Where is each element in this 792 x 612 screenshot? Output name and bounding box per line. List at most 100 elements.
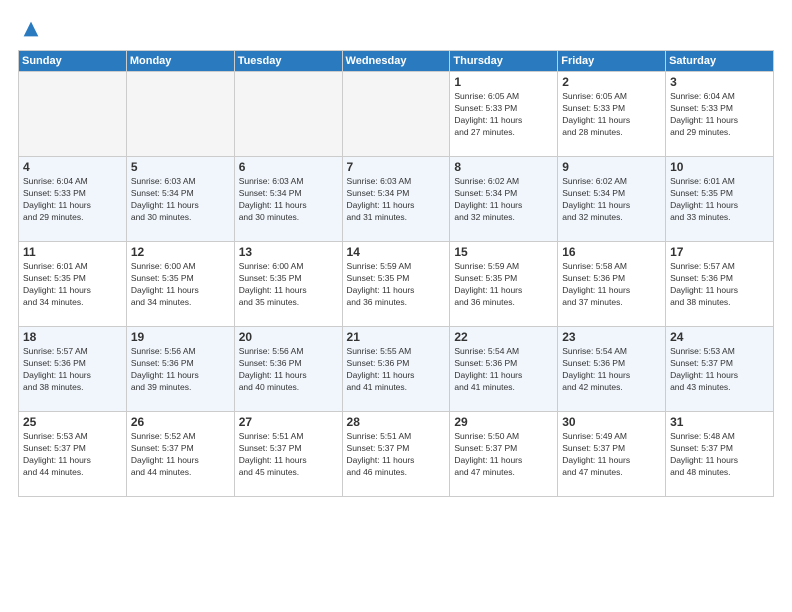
day-info: Sunrise: 5:54 AMSunset: 5:36 PMDaylight:… — [562, 346, 661, 394]
header-tuesday: Tuesday — [234, 51, 342, 72]
day-info: Sunrise: 5:54 AMSunset: 5:36 PMDaylight:… — [454, 346, 553, 394]
day-info: Sunrise: 5:50 AMSunset: 5:37 PMDaylight:… — [454, 431, 553, 479]
calendar-cell — [234, 72, 342, 157]
calendar-cell: 4 Sunrise: 6:04 AMSunset: 5:33 PMDaylight… — [19, 157, 127, 242]
calendar-cell: 20 Sunrise: 5:56 AMSunset: 5:36 PMDayligh… — [234, 327, 342, 412]
day-info: Sunrise: 5:56 AMSunset: 5:36 PMDaylight:… — [239, 346, 338, 394]
day-number: 23 — [562, 330, 661, 344]
day-number: 17 — [670, 245, 769, 259]
calendar-cell: 9 Sunrise: 6:02 AMSunset: 5:34 PMDaylight… — [558, 157, 666, 242]
calendar-cell: 15 Sunrise: 5:59 AMSunset: 5:35 PMDayligh… — [450, 242, 558, 327]
day-info: Sunrise: 5:49 AMSunset: 5:37 PMDaylight:… — [562, 431, 661, 479]
day-info: Sunrise: 5:58 AMSunset: 5:36 PMDaylight:… — [562, 261, 661, 309]
calendar-cell: 27 Sunrise: 5:51 AMSunset: 5:37 PMDayligh… — [234, 412, 342, 497]
day-number: 21 — [347, 330, 446, 344]
header-monday: Monday — [126, 51, 234, 72]
calendar-header-row: SundayMondayTuesdayWednesdayThursdayFrid… — [19, 51, 774, 72]
header-wednesday: Wednesday — [342, 51, 450, 72]
week-row-0: 1 Sunrise: 6:05 AMSunset: 5:33 PMDaylight… — [19, 72, 774, 157]
day-info: Sunrise: 6:00 AMSunset: 5:35 PMDaylight:… — [131, 261, 230, 309]
calendar-cell: 6Sunrise: 6:03 AMSunset: 5:34 PMDaylight… — [234, 157, 342, 242]
logo — [18, 18, 42, 40]
day-info: Sunrise: 5:51 AMSunset: 5:37 PMDaylight:… — [239, 431, 338, 479]
day-info: Sunrise: 6:02 AMSunset: 5:34 PMDaylight:… — [454, 176, 553, 224]
day-number: 3 — [670, 75, 769, 89]
day-number: 1 — [454, 75, 553, 89]
day-number: 16 — [562, 245, 661, 259]
calendar-cell: 19 Sunrise: 5:56 AMSunset: 5:36 PMDayligh… — [126, 327, 234, 412]
header-thursday: Thursday — [450, 51, 558, 72]
calendar-cell — [126, 72, 234, 157]
day-info: Sunrise: 6:02 AMSunset: 5:34 PMDaylight:… — [562, 176, 661, 224]
day-number: 14 — [347, 245, 446, 259]
calendar-cell: 23 Sunrise: 5:54 AMSunset: 5:36 PMDayligh… — [558, 327, 666, 412]
calendar-cell: 16 Sunrise: 5:58 AMSunset: 5:36 PMDayligh… — [558, 242, 666, 327]
calendar-cell: 18Sunrise: 5:57 AMSunset: 5:36 PMDayligh… — [19, 327, 127, 412]
day-number: 6 — [239, 160, 338, 174]
day-number: 28 — [347, 415, 446, 429]
calendar-cell: 26 Sunrise: 5:52 AMSunset: 5:37 PMDayligh… — [126, 412, 234, 497]
calendar-cell: 12 Sunrise: 6:00 AMSunset: 5:35 PMDayligh… — [126, 242, 234, 327]
header-sunday: Sunday — [19, 51, 127, 72]
week-row-2: 11Sunrise: 6:01 AMSunset: 5:35 PMDayligh… — [19, 242, 774, 327]
day-number: 7 — [347, 160, 446, 174]
day-number: 30 — [562, 415, 661, 429]
header-friday: Friday — [558, 51, 666, 72]
day-info: Sunrise: 6:05 AMSunset: 5:33 PMDaylight:… — [562, 91, 661, 139]
day-info: Sunrise: 5:55 AMSunset: 5:36 PMDaylight:… — [347, 346, 446, 394]
day-number: 12 — [131, 245, 230, 259]
page: SundayMondayTuesdayWednesdayThursdayFrid… — [0, 0, 792, 612]
day-number: 26 — [131, 415, 230, 429]
day-info: Sunrise: 5:52 AMSunset: 5:37 PMDaylight:… — [131, 431, 230, 479]
day-number: 2 — [562, 75, 661, 89]
day-number: 19 — [131, 330, 230, 344]
day-number: 24 — [670, 330, 769, 344]
day-number: 27 — [239, 415, 338, 429]
calendar-cell: 22 Sunrise: 5:54 AMSunset: 5:36 PMDayligh… — [450, 327, 558, 412]
day-info: Sunrise: 5:59 AMSunset: 5:35 PMDaylight:… — [347, 261, 446, 309]
day-number: 22 — [454, 330, 553, 344]
day-number: 5 — [131, 160, 230, 174]
day-info: Sunrise: 5:57 AMSunset: 5:36 PMDaylight:… — [670, 261, 769, 309]
calendar-cell: 10Sunrise: 6:01 AMSunset: 5:35 PMDayligh… — [666, 157, 774, 242]
calendar-cell: 21 Sunrise: 5:55 AMSunset: 5:36 PMDayligh… — [342, 327, 450, 412]
header — [18, 18, 774, 40]
day-number: 18 — [23, 330, 122, 344]
day-info: Sunrise: 6:04 AMSunset: 5:33 PMDaylight:… — [670, 91, 769, 139]
day-number: 29 — [454, 415, 553, 429]
calendar-cell: 7Sunrise: 6:03 AMSunset: 5:34 PMDaylight… — [342, 157, 450, 242]
day-info: Sunrise: 5:48 AMSunset: 5:37 PMDaylight:… — [670, 431, 769, 479]
calendar-cell: 14 Sunrise: 5:59 AMSunset: 5:35 PMDayligh… — [342, 242, 450, 327]
day-number: 4 — [23, 160, 122, 174]
day-number: 15 — [454, 245, 553, 259]
week-row-3: 18Sunrise: 5:57 AMSunset: 5:36 PMDayligh… — [19, 327, 774, 412]
calendar-cell: 30 Sunrise: 5:49 AMSunset: 5:37 PMDayligh… — [558, 412, 666, 497]
day-number: 20 — [239, 330, 338, 344]
day-info: Sunrise: 5:59 AMSunset: 5:35 PMDaylight:… — [454, 261, 553, 309]
calendar-cell: 5Sunrise: 6:03 AMSunset: 5:34 PMDaylight… — [126, 157, 234, 242]
calendar-cell: 2 Sunrise: 6:05 AMSunset: 5:33 PMDaylight… — [558, 72, 666, 157]
day-number: 11 — [23, 245, 122, 259]
day-number: 9 — [562, 160, 661, 174]
day-number: 8 — [454, 160, 553, 174]
calendar-cell: 29 Sunrise: 5:50 AMSunset: 5:37 PMDayligh… — [450, 412, 558, 497]
calendar-cell: 31 Sunrise: 5:48 AMSunset: 5:37 PMDayligh… — [666, 412, 774, 497]
calendar-cell: 24Sunrise: 5:53 AMSunset: 5:37 PMDayligh… — [666, 327, 774, 412]
day-info: Sunrise: 5:51 AMSunset: 5:37 PMDaylight:… — [347, 431, 446, 479]
calendar-table: SundayMondayTuesdayWednesdayThursdayFrid… — [18, 50, 774, 497]
day-info: Sunrise: 5:53 AMSunset: 5:37 PMDaylight:… — [23, 431, 122, 479]
day-info: Sunrise: 6:01 AMSunset: 5:35 PMDaylight:… — [670, 176, 769, 224]
calendar-cell: 3 Sunrise: 6:04 AMSunset: 5:33 PMDaylight… — [666, 72, 774, 157]
day-number: 13 — [239, 245, 338, 259]
week-row-4: 25 Sunrise: 5:53 AMSunset: 5:37 PMDayligh… — [19, 412, 774, 497]
day-info: Sunrise: 6:05 AMSunset: 5:33 PMDaylight:… — [454, 91, 553, 139]
day-number: 25 — [23, 415, 122, 429]
day-info: Sunrise: 6:04 AMSunset: 5:33 PMDaylight:… — [23, 176, 122, 224]
day-info: Sunrise: 6:00 AMSunset: 5:35 PMDaylight:… — [239, 261, 338, 309]
calendar-cell: 1 Sunrise: 6:05 AMSunset: 5:33 PMDaylight… — [450, 72, 558, 157]
week-row-1: 4 Sunrise: 6:04 AMSunset: 5:33 PMDaylight… — [19, 157, 774, 242]
day-number: 31 — [670, 415, 769, 429]
calendar-cell — [19, 72, 127, 157]
day-info: Sunrise: 5:56 AMSunset: 5:36 PMDaylight:… — [131, 346, 230, 394]
calendar-cell: 28 Sunrise: 5:51 AMSunset: 5:37 PMDayligh… — [342, 412, 450, 497]
